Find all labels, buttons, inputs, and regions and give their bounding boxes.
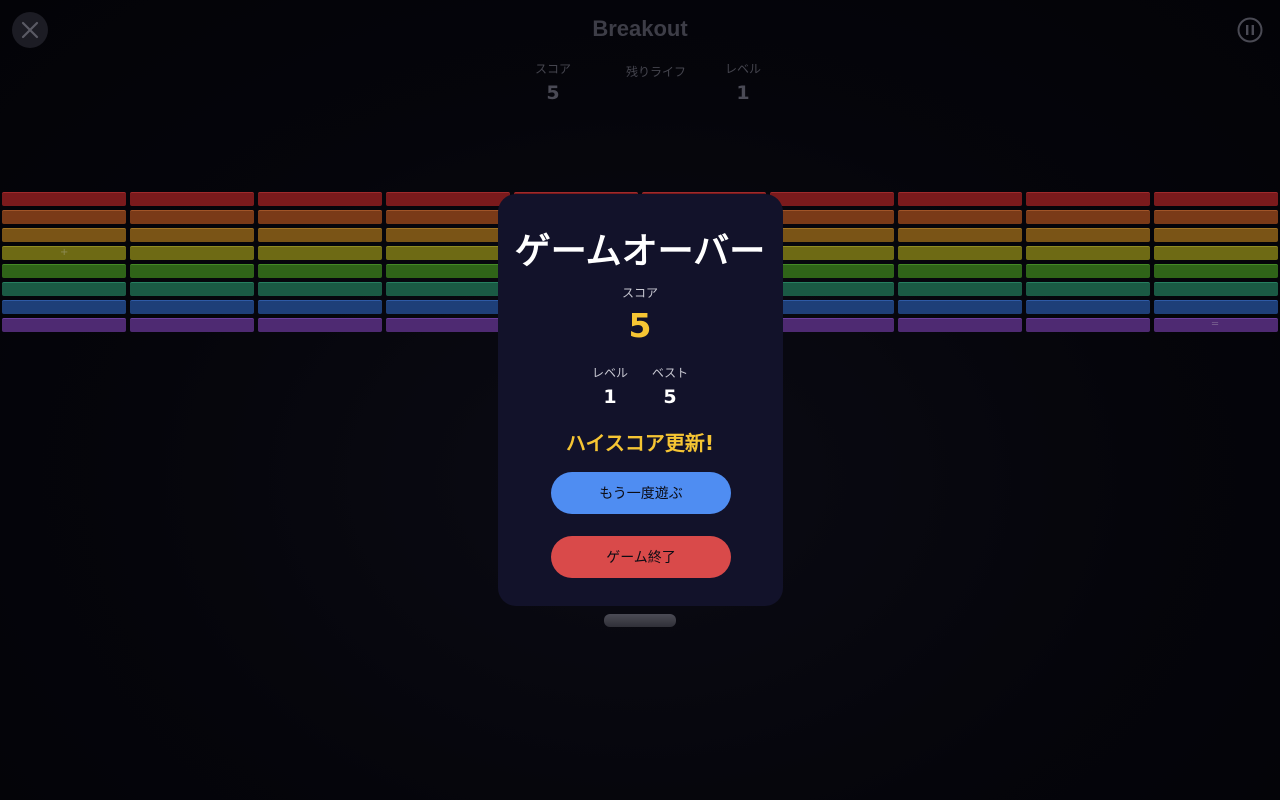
paddle[interactable]	[604, 614, 676, 627]
brick	[130, 192, 254, 206]
brick	[898, 192, 1022, 206]
brick	[258, 192, 382, 206]
quit-game-button[interactable]: ゲーム終了	[551, 536, 731, 578]
brick	[2, 192, 126, 206]
brick	[1026, 192, 1150, 206]
modal-score-value: 5	[628, 306, 652, 345]
play-again-button[interactable]: もう一度遊ぶ	[551, 472, 731, 514]
game-over-title: ゲームオーバー	[514, 231, 766, 272]
brick	[386, 192, 510, 206]
brick	[1154, 192, 1278, 206]
brick	[770, 192, 894, 206]
modal-level-label: レベル	[591, 366, 628, 380]
modal-best-value: 5	[663, 386, 677, 408]
high-score-banner: ハイスコア更新!	[565, 431, 715, 455]
modal-score-label: スコア	[621, 286, 658, 300]
modal-level-value: 1	[603, 386, 617, 408]
modal-best-label: ベスト	[651, 366, 689, 380]
game-stage[interactable]: Breakout スコア 5 残りライフ レベル 1 + ═ ゲームオーバー スコ…	[0, 0, 1280, 800]
